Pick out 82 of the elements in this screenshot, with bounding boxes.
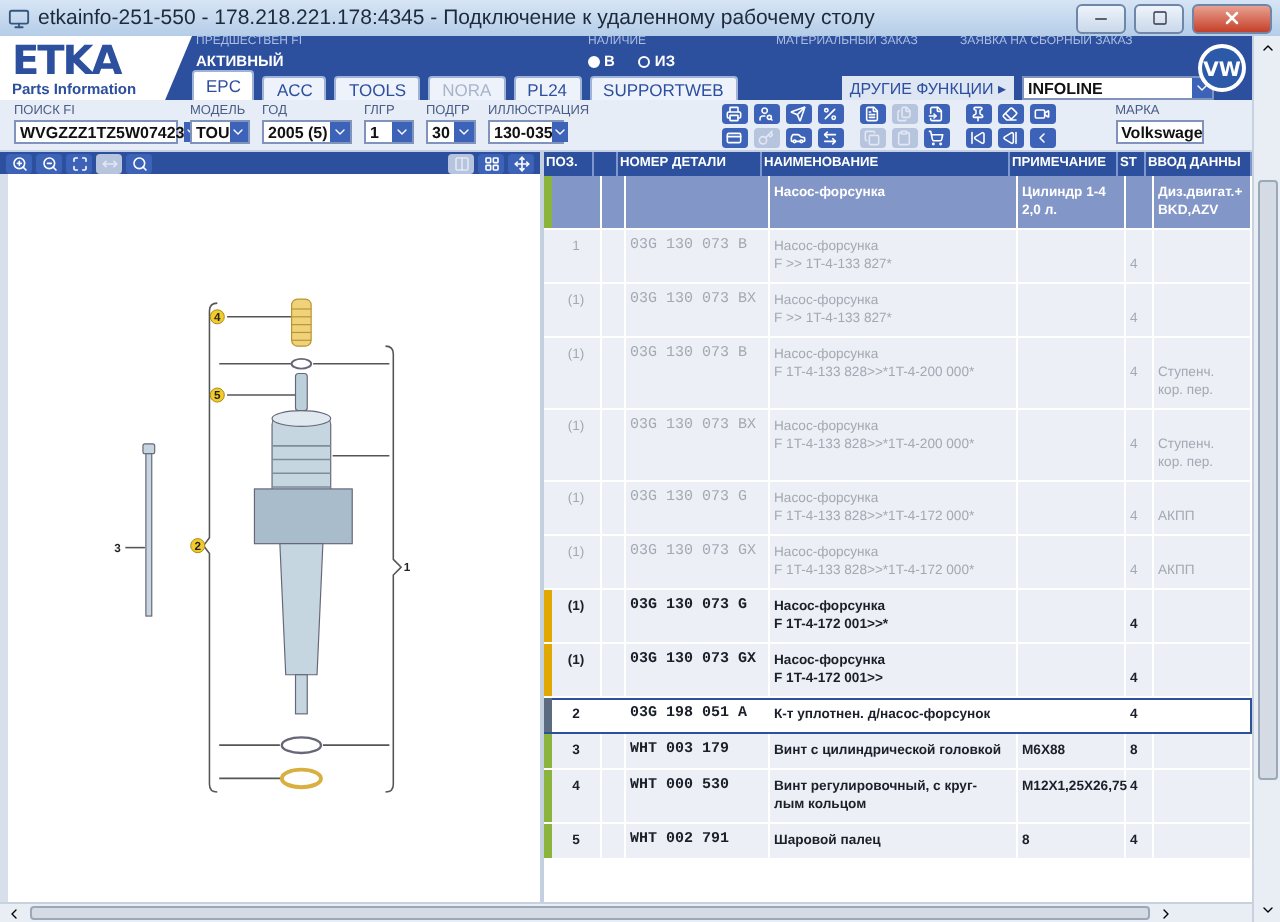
back-icon xyxy=(1034,130,1051,146)
previous-button[interactable] xyxy=(997,128,1024,148)
zoom-in-icon xyxy=(11,155,27,171)
maximize-icon xyxy=(1151,10,1167,26)
o-ring-drawing xyxy=(279,767,323,790)
eraser-button[interactable] xyxy=(997,104,1024,124)
brand-logo: VW xyxy=(1196,42,1248,94)
video-icon xyxy=(1034,106,1051,122)
pin-button[interactable] xyxy=(965,104,992,124)
grid-button[interactable] xyxy=(478,153,504,173)
video-button[interactable] xyxy=(1029,104,1056,124)
scroll-right-icon[interactable] xyxy=(1158,905,1174,921)
grid-icon xyxy=(483,155,499,171)
zoom-out-icon xyxy=(41,155,57,171)
previous-icon xyxy=(1002,130,1019,146)
swap-button[interactable] xyxy=(817,128,844,148)
card-button[interactable] xyxy=(721,128,748,148)
card-icon xyxy=(726,130,743,146)
user-search-button[interactable] xyxy=(753,104,780,124)
file-arrow-button[interactable] xyxy=(923,104,950,124)
cart-button[interactable] xyxy=(923,128,950,148)
split-icon xyxy=(453,155,469,171)
tab[interactable]: PL24 xyxy=(513,76,582,100)
zoom-fit-icon xyxy=(71,155,87,171)
move-icon xyxy=(513,155,529,171)
other-functions-button[interactable]: ДРУГИЕ ФУНКЦИИ ▸ xyxy=(841,76,1015,100)
scrollbar-thumb[interactable] xyxy=(1257,179,1277,779)
car-icon xyxy=(790,130,807,146)
selector-dropdown[interactable]: 30 xyxy=(426,120,476,144)
file-arrow-icon xyxy=(928,106,945,122)
remote-desktop-icon xyxy=(8,7,30,29)
document-icon xyxy=(864,106,881,122)
spring-drawing xyxy=(291,298,312,347)
logo: ETKA xyxy=(12,40,121,80)
move-button[interactable] xyxy=(508,153,534,173)
zoom-fit-button[interactable] xyxy=(66,153,92,173)
maximize-button[interactable] xyxy=(1134,3,1184,33)
scroll-down-icon[interactable] xyxy=(1259,902,1275,918)
clipboard-icon xyxy=(896,130,913,146)
cart-icon xyxy=(928,130,945,146)
zoom-in-button[interactable] xyxy=(6,153,32,173)
search-icon xyxy=(131,155,147,171)
send-button[interactable] xyxy=(785,104,812,124)
swap-icon xyxy=(822,130,839,146)
brand-field[interactable]: Volkswage xyxy=(1115,120,1204,144)
close-button[interactable] xyxy=(1192,3,1272,33)
o-ring-drawing xyxy=(280,736,323,755)
send-icon xyxy=(790,106,807,122)
selector-dropdown[interactable]: 1 xyxy=(364,120,414,144)
selector-dropdown[interactable]: 130-035 xyxy=(488,120,564,144)
first-button[interactable] xyxy=(965,128,992,148)
documents-icon xyxy=(896,106,913,122)
tab[interactable]: ACC xyxy=(262,76,327,100)
tab[interactable]: SUPPORTWEB xyxy=(589,76,738,100)
back-button[interactable] xyxy=(1029,128,1056,148)
tab[interactable]: EPC xyxy=(192,70,255,100)
key-icon xyxy=(758,130,775,146)
document-button[interactable] xyxy=(859,104,886,124)
percent-icon xyxy=(822,106,839,122)
minimize-button[interactable] xyxy=(1076,3,1126,33)
printer-button[interactable] xyxy=(721,104,748,124)
selector-dropdown[interactable]: 2005 (5) xyxy=(262,120,352,144)
percent-button[interactable] xyxy=(817,104,844,124)
scrollbar-thumb[interactable] xyxy=(30,906,1150,920)
window-title: etkainfo-251-550 - 178.218.221.178:4345 - Подключение к удаленному рабочему столу xyxy=(38,6,877,30)
car-button[interactable] xyxy=(785,128,812,148)
zoom-width-icon xyxy=(101,155,117,171)
eraser-icon xyxy=(1002,106,1019,122)
tab[interactable]: TOOLS xyxy=(334,76,421,100)
infoline-dropdown[interactable]: INFOLINE xyxy=(1022,76,1215,100)
copy-icon xyxy=(864,130,881,146)
user-search-icon xyxy=(758,106,775,122)
scroll-up-icon[interactable] xyxy=(1259,40,1275,56)
scroll-left-icon[interactable] xyxy=(6,905,22,921)
selector-dropdown[interactable]: TOU xyxy=(190,120,250,144)
close-icon xyxy=(1222,8,1242,28)
first-icon xyxy=(970,130,987,146)
pin-icon xyxy=(970,106,987,122)
printer-icon xyxy=(726,106,743,122)
search-button[interactable] xyxy=(126,153,152,173)
o-ring-drawing xyxy=(290,357,313,370)
zoom-out-button[interactable] xyxy=(36,153,62,173)
